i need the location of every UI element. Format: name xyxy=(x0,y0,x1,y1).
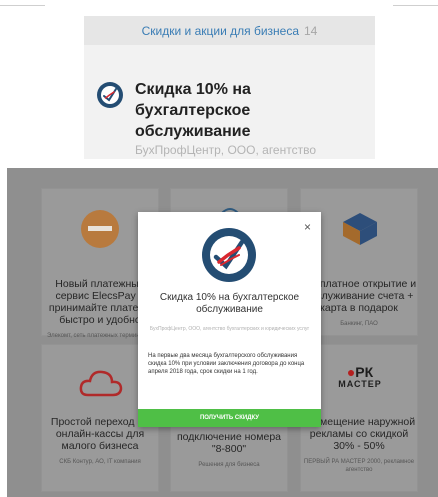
card-title: подключение номера "8-800" xyxy=(176,431,281,455)
modal-subtitle: БухПрофЦентр, ООО, агентство бухгалтерск… xyxy=(149,326,310,332)
modal-description: На первые два месяца бухгалтерского обсл… xyxy=(148,353,305,375)
rk-logo-subtext: МАСТЕР xyxy=(338,379,382,389)
rk-logo-text: ●РК xyxy=(346,364,374,380)
offer-card[interactable]: Скидка 10% на бухгалтерское обслуживание… xyxy=(84,45,375,157)
cube-logo-icon xyxy=(343,213,377,245)
card-subtitle: Решения для бизнеса xyxy=(198,462,260,468)
card-subtitle: ПЕРВЫЙ РА МАСТЕР 2000, рекламное агентст… xyxy=(303,459,415,473)
close-icon[interactable]: × xyxy=(304,220,311,234)
widget-header-label[interactable]: Скидки и акции для бизнеса xyxy=(142,24,299,38)
offer-subtitle: БухПрофЦентр, ООО, агентство xyxy=(135,143,317,157)
divider xyxy=(393,5,438,6)
buhprofcenter-logo-icon xyxy=(97,82,123,108)
cloud-icon xyxy=(79,370,123,397)
get-discount-button[interactable]: ПОЛУЧИТЬ СКИДКУ xyxy=(138,409,321,427)
widget-header-count: 14 xyxy=(304,23,318,38)
rk-master-logo-icon: ●РК МАСТЕР xyxy=(329,365,391,389)
widget-header[interactable]: Скидки и акции для бизнеса 14 xyxy=(84,16,375,45)
elecspay-logo-icon xyxy=(81,210,119,248)
page: Скидки и акции для бизнеса 14 Скидка 10%… xyxy=(0,0,438,497)
buhprofcenter-logo-icon xyxy=(202,228,256,282)
modal-title: Скидка 10% на бухгалтерское обслуживание xyxy=(159,292,300,315)
divider xyxy=(0,5,45,6)
offer-modal: × Скидка 10% на бухгалтерское обслуживан… xyxy=(138,212,321,427)
promo-widget: Скидки и акции для бизнеса 14 Скидка 10%… xyxy=(84,16,375,159)
card-subtitle: СКБ Контур, АО, IT компания xyxy=(59,459,141,465)
offer-title[interactable]: Скидка 10% на бухгалтерское обслуживание xyxy=(135,79,335,142)
